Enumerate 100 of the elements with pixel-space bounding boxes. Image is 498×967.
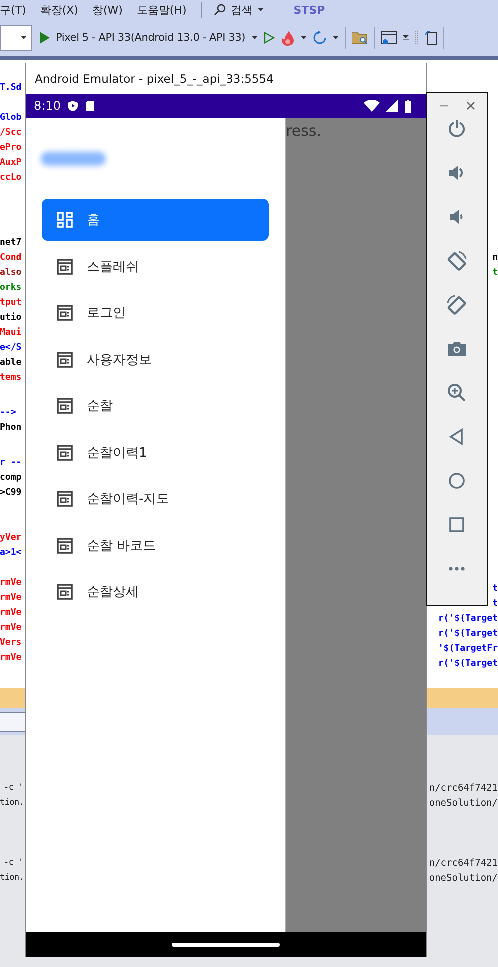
search-button[interactable]: 검색 (214, 2, 264, 18)
code-line: tput (0, 297, 23, 310)
page-icon (57, 352, 73, 368)
code-line: utio (0, 312, 23, 325)
caret-icon[interactable] (332, 36, 339, 40)
code-line: rmVe (0, 607, 23, 620)
solution-name: STSP (294, 4, 326, 16)
code-line: a>1< (0, 547, 23, 560)
code-line: tems (0, 372, 23, 385)
menu-item[interactable]: 확장(X) (40, 2, 78, 18)
menu-item[interactable]: 도움말(H) (136, 2, 187, 18)
rotate-left-icon[interactable] (447, 251, 467, 271)
sd-card-icon (84, 100, 95, 112)
search-icon (214, 4, 226, 16)
code-line: >C99 (0, 487, 23, 500)
input-field[interactable] (0, 712, 25, 732)
grip-icon (414, 31, 419, 45)
output-line: oneSolution/ (429, 872, 498, 886)
code-line: '$(TargetFr (438, 643, 498, 656)
code-line: r('$(Target (438, 628, 498, 641)
camera-icon[interactable] (447, 339, 467, 359)
play-icon (40, 32, 50, 44)
code-line: ePro (0, 142, 23, 155)
code-line: ccLo (0, 172, 23, 185)
output-line: n/crc64f7421 (429, 857, 498, 871)
run-button[interactable]: Pixel 5 - API 33(Android 13.0 - API 33) (40, 32, 246, 44)
menu-item[interactable]: 로그인 (42, 292, 269, 334)
output-line: -c ' (3, 782, 24, 795)
caret-icon (258, 8, 264, 12)
code-line: e</S (0, 342, 23, 355)
caret-icon[interactable] (402, 35, 409, 41)
code-line: r('$(Target (438, 613, 498, 626)
refresh-icon[interactable] (312, 31, 327, 45)
home-icon[interactable] (447, 471, 467, 491)
code-line: T.Sd (0, 82, 23, 95)
code-line: t (492, 267, 498, 280)
output-line: tion. (0, 872, 24, 885)
code-line: rmVe (0, 577, 23, 590)
shield-icon (66, 100, 79, 112)
dashboard-icon (57, 212, 73, 228)
code-line: r('$(Target (438, 658, 498, 671)
code-line: Glob (0, 112, 23, 125)
caret-icon (21, 36, 27, 40)
code-line: n (492, 252, 498, 265)
code-line: Vers (0, 637, 23, 650)
page-icon (57, 444, 73, 460)
code-line: rmVe (0, 592, 23, 605)
home-handle[interactable] (172, 942, 280, 946)
code-line: yVer (0, 532, 23, 545)
battery-icon (404, 100, 412, 112)
menu-item[interactable]: 사용자정보 (42, 338, 269, 380)
caret-icon[interactable] (300, 36, 307, 40)
overview-icon[interactable] (447, 515, 467, 535)
rotate-right-icon[interactable] (447, 295, 467, 315)
folder-search-icon[interactable] (352, 31, 368, 45)
menu-item[interactable]: 순찰이력1 (42, 432, 269, 474)
window-home-icon[interactable] (380, 31, 397, 45)
page-icon (57, 258, 73, 274)
play-outline-icon[interactable] (264, 32, 275, 44)
code-line: AuxP (0, 157, 23, 170)
close-icon[interactable] (466, 101, 476, 111)
menu-item[interactable]: 홈 (42, 199, 269, 241)
code-line: t (492, 598, 498, 611)
wifi-icon (364, 100, 380, 112)
power-icon[interactable] (447, 119, 467, 139)
menu-item[interactable]: 창(W) (92, 2, 123, 18)
page-text: ress. (286, 122, 322, 140)
code-line: rmVe (0, 622, 23, 635)
menu-item[interactable]: 순찰 바코드 (42, 524, 269, 566)
code-line: rmVe (0, 652, 23, 665)
code-line: also (0, 267, 23, 280)
code-line: orks (0, 282, 23, 295)
menu-item[interactable]: 순찰 (42, 385, 269, 427)
dropdown-field[interactable] (0, 25, 32, 51)
output-line: oneSolution/ (429, 797, 498, 811)
zoom-in-icon[interactable] (447, 383, 467, 403)
blurred-logo (41, 152, 106, 166)
output-line: n/crc64f7421 (429, 782, 498, 796)
output-line: -c ' (3, 857, 24, 870)
page-icon (57, 491, 73, 507)
code-line: /Scc (0, 127, 23, 140)
code-line: comp (0, 472, 23, 485)
code-line: r -- (0, 457, 23, 470)
menu-item[interactable]: 순찰이력-지도 (42, 478, 269, 520)
page-icon (57, 398, 73, 414)
code-line: able (0, 357, 23, 370)
caret-icon[interactable] (252, 36, 258, 40)
code-line: Maui (0, 326, 23, 340)
page-icon (57, 305, 73, 321)
device-refresh-icon[interactable] (424, 31, 437, 45)
code-line: Cond (0, 252, 23, 265)
flame-icon[interactable] (280, 30, 295, 46)
menu-item[interactable]: 순찰상세 (42, 571, 269, 613)
code-line: t (492, 583, 498, 596)
signal-icon (386, 100, 398, 112)
page-icon (57, 538, 73, 554)
menu-item[interactable]: 구(T) (0, 2, 26, 18)
page-icon (57, 584, 73, 600)
clock: 8:10 (34, 99, 61, 113)
menu-item[interactable]: 스플레쉬 (42, 246, 269, 288)
